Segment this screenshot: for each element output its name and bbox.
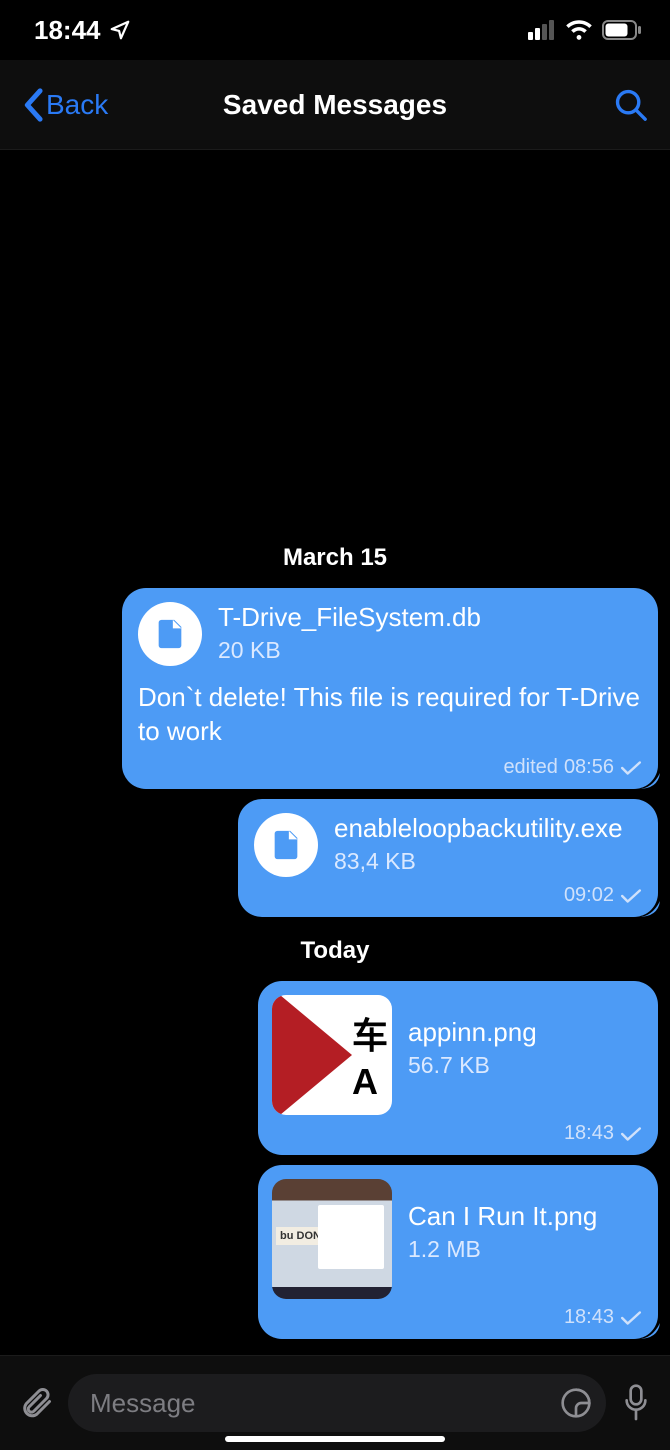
date-separator: March 15 (283, 534, 387, 578)
message-time: 18:43 (564, 1122, 614, 1145)
message-input[interactable] (90, 1388, 550, 1419)
search-icon (614, 88, 648, 122)
location-icon (109, 19, 131, 41)
wifi-icon (566, 20, 592, 40)
check-icon (620, 1126, 642, 1142)
date-separator: Today (301, 927, 370, 971)
message-bubble[interactable]: T-Drive_FileSystem.db 20 KB Don`t delete… (122, 588, 658, 789)
sticker-icon (560, 1387, 592, 1419)
file-size: 83,4 KB (334, 848, 623, 875)
nav-bar: Back Saved Messages (0, 60, 670, 150)
message-bubble[interactable]: enableloopbackutility.exe 83,4 KB 09:02 (238, 799, 658, 917)
status-bar: 18:44 (0, 0, 670, 60)
check-icon (620, 1310, 642, 1326)
message-input-container (68, 1374, 606, 1432)
message-bubble[interactable]: appinn.png 56.7 KB 18:43 (258, 981, 658, 1155)
file-name: Can I Run It.png (408, 1201, 597, 1232)
file-name: enableloopbackutility.exe (334, 813, 623, 844)
back-label: Back (46, 89, 108, 121)
check-icon (620, 888, 642, 904)
file-icon (138, 602, 202, 666)
file-name: appinn.png (408, 1017, 537, 1048)
cellular-icon (528, 20, 556, 40)
image-thumbnail[interactable] (272, 1179, 392, 1299)
message-bubble[interactable]: Can I Run It.png 1.2 MB 18:43 (258, 1165, 658, 1339)
image-thumbnail[interactable] (272, 995, 392, 1115)
microphone-icon (620, 1383, 652, 1423)
mic-button[interactable] (620, 1383, 652, 1423)
edited-label: edited (503, 756, 558, 779)
file-icon (254, 813, 318, 877)
chat-scroll[interactable]: March 15 T-Drive_FileSystem.db 20 KB Don… (0, 150, 670, 1355)
home-indicator[interactable] (225, 1436, 445, 1442)
message-time: 08:56 (564, 756, 614, 779)
back-button[interactable]: Back (22, 88, 108, 122)
status-time: 18:44 (34, 15, 101, 46)
check-icon (620, 760, 642, 776)
file-size: 1.2 MB (408, 1236, 597, 1263)
chevron-left-icon (22, 88, 44, 122)
file-name: T-Drive_FileSystem.db (218, 602, 481, 633)
message-time: 09:02 (564, 884, 614, 907)
paperclip-icon (18, 1385, 54, 1421)
file-size: 20 KB (218, 637, 481, 664)
message-text: Don`t delete! This file is required for … (138, 680, 642, 748)
file-size: 56.7 KB (408, 1052, 537, 1079)
sticker-button[interactable] (560, 1387, 592, 1419)
attach-button[interactable] (18, 1385, 54, 1421)
battery-icon (602, 20, 642, 40)
search-button[interactable] (614, 88, 648, 122)
message-time: 18:43 (564, 1306, 614, 1329)
